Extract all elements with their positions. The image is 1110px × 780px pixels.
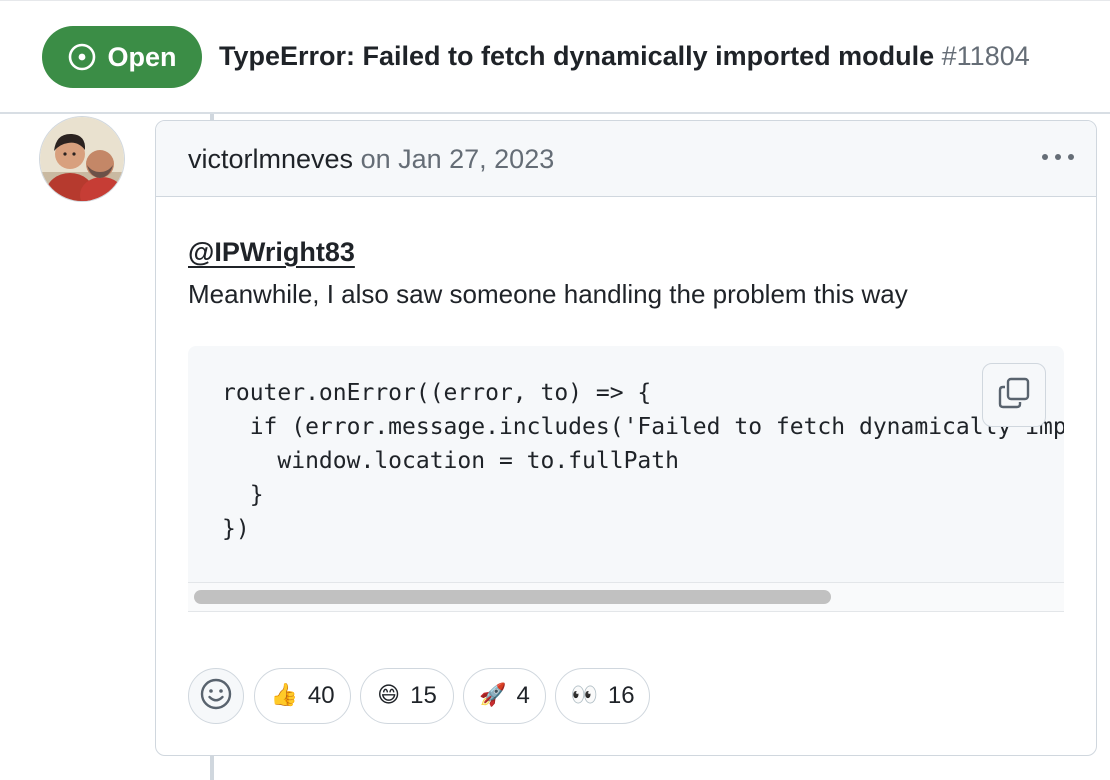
reaction-smile[interactable]: 😄 15 — [360, 668, 454, 724]
thumbs-up-icon: 👍 — [270, 683, 298, 708]
reaction-thumbs-up[interactable]: 👍 40 — [254, 668, 351, 724]
reaction-count: 15 — [410, 682, 437, 709]
eyes-icon: 👀 — [570, 683, 598, 708]
issue-title-text: TypeError: Failed to fetch dynamically i… — [219, 41, 935, 71]
code-line: } — [222, 482, 264, 508]
smile-icon: 😄 — [377, 683, 401, 708]
copy-icon — [997, 376, 1031, 415]
reaction-count: 40 — [307, 682, 335, 709]
code-content: router.onError((error, to) => { if (erro… — [222, 376, 1064, 546]
avatar[interactable] — [40, 117, 124, 201]
scrollbar-thumb[interactable] — [194, 590, 831, 604]
code-horizontal-scrollbar[interactable] — [188, 582, 1064, 612]
copy-code-button[interactable] — [982, 363, 1046, 427]
comment-author-line: victorlmneves on Jan 27, 2023 — [188, 141, 554, 177]
header-divider — [0, 112, 1110, 114]
reaction-eyes[interactable]: 👀 16 — [555, 668, 650, 724]
reaction-rocket[interactable]: 🚀 4 — [463, 668, 546, 724]
code-block: router.onError((error, to) => { if (erro… — [188, 346, 1064, 612]
status-label: Open — [107, 41, 177, 72]
code-line: if (error.message.includes('Failed to fe… — [249, 414, 1064, 440]
code-line: }) — [222, 516, 250, 542]
more-options-button[interactable] — [1038, 141, 1078, 173]
issue-opened-icon — [67, 42, 97, 72]
reaction-count: 4 — [516, 682, 530, 709]
comment-header: victorlmneves on Jan 27, 2023 — [156, 121, 1096, 197]
rocket-icon: 🚀 — [479, 683, 507, 708]
comment-box: victorlmneves on Jan 27, 2023 @IPWright8… — [155, 120, 1097, 756]
code-line: router.onError((error, to) => { — [222, 380, 652, 406]
comment-date[interactable]: on Jan 27, 2023 — [361, 144, 555, 174]
issue-number: #11804 — [941, 41, 1030, 71]
author-link[interactable]: victorlmneves — [188, 144, 353, 174]
reaction-count: 16 — [607, 682, 635, 709]
kebab-horizontal-icon — [1041, 148, 1075, 166]
issue-title: TypeError: Failed to fetch dynamically i… — [219, 36, 1030, 76]
user-mention-link[interactable]: @IPWright83 — [188, 235, 355, 269]
add-reaction-button[interactable] — [188, 668, 244, 724]
code-line: window.location = to.fullPath — [222, 448, 679, 474]
comment-body-text: Meanwhile, I also saw someone handling t… — [188, 279, 908, 309]
status-badge: Open — [42, 26, 202, 88]
top-divider — [0, 0, 1110, 1]
smiley-icon — [199, 677, 233, 716]
